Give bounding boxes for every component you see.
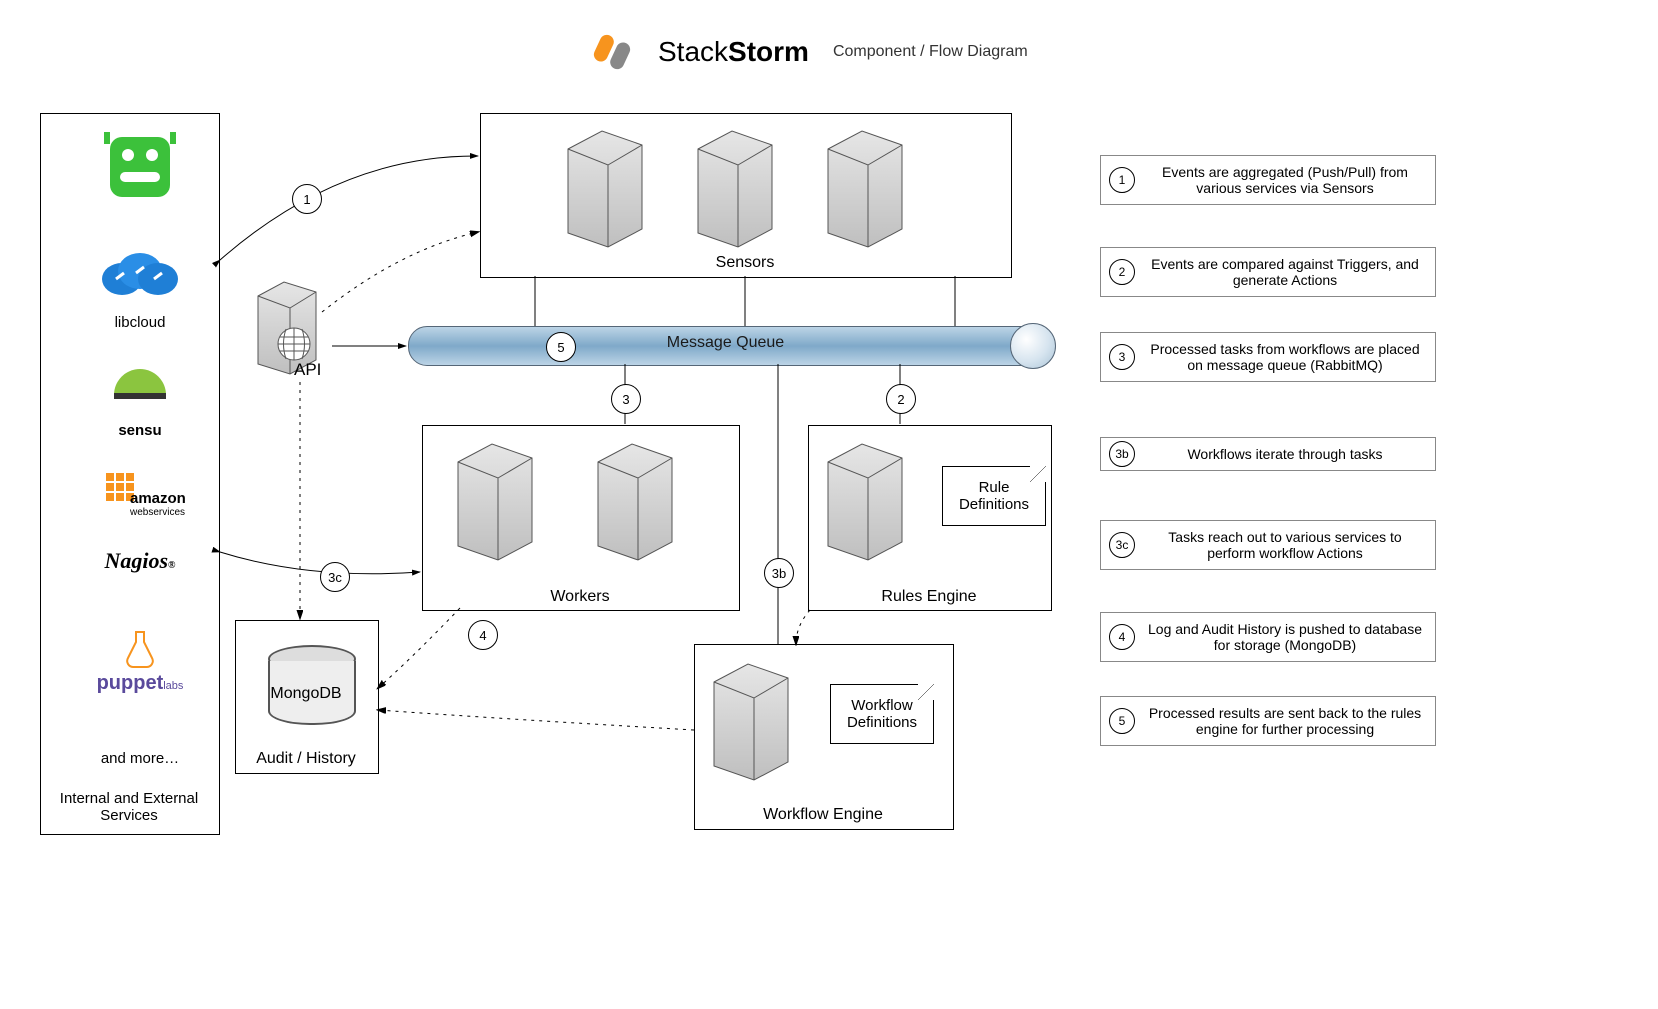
flow-badge-5: 5: [546, 332, 576, 362]
legend-badge: 4: [1109, 624, 1135, 650]
legend-item-4: 4 Log and Audit History is pushed to data…: [1100, 612, 1436, 662]
flow-badge-3: 3: [611, 384, 641, 414]
flow-badge-3c: 3c: [320, 562, 350, 592]
flow-badge-4: 4: [468, 620, 498, 650]
legend-text: Workflows iterate through tasks: [1187, 446, 1382, 462]
legend-text: Processed results are sent back to the r…: [1149, 705, 1421, 737]
legend-item-3: 3 Processed tasks from workflows are plac…: [1100, 332, 1436, 382]
legend-badge: 2: [1109, 259, 1135, 285]
legend-item-3c: 3c Tasks reach out to various services to…: [1100, 520, 1436, 570]
legend-badge: 5: [1109, 708, 1135, 734]
legend-text: Log and Audit History is pushed to datab…: [1148, 621, 1422, 653]
legend-text: Events are aggregated (Push/Pull) from v…: [1162, 164, 1408, 196]
legend-badge: 3c: [1109, 532, 1135, 558]
flow-badge-1: 1: [292, 184, 322, 214]
diagram-canvas: StackStorm Component / Flow Diagram libc…: [0, 0, 1658, 1009]
legend-item-1: 1 Events are aggregated (Push/Pull) from …: [1100, 155, 1436, 205]
legend-text: Events are compared against Triggers, an…: [1151, 256, 1419, 288]
legend-text: Tasks reach out to various services to p…: [1168, 529, 1401, 561]
flow-badge-2: 2: [886, 384, 916, 414]
legend-badge: 3b: [1109, 441, 1135, 467]
legend-item-2: 2 Events are compared against Triggers, a…: [1100, 247, 1436, 297]
legend-badge: 1: [1109, 167, 1135, 193]
connectors: [0, 0, 1060, 900]
legend-badge: 3: [1109, 344, 1135, 370]
legend-text: Processed tasks from workflows are place…: [1150, 341, 1419, 373]
flow-badge-3b: 3b: [764, 558, 794, 588]
legend-item-3b: 3b Workflows iterate through tasks: [1100, 437, 1436, 471]
legend-item-5: 5 Processed results are sent back to the …: [1100, 696, 1436, 746]
